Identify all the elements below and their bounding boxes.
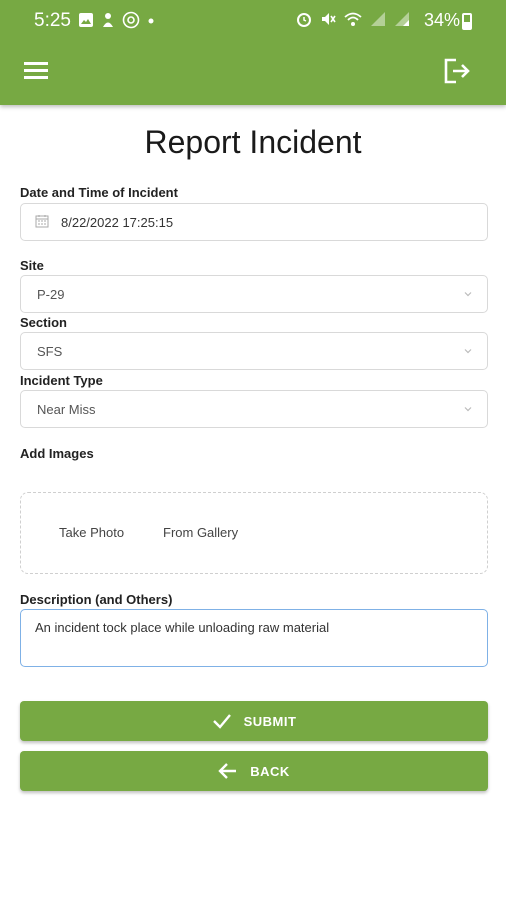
datetime-label: Date and Time of Incident: [20, 185, 178, 200]
arrow-left-icon: [218, 763, 237, 779]
check-icon: [212, 714, 231, 729]
description-label: Description (and Others): [20, 592, 173, 607]
back-button[interactable]: BACK: [20, 751, 488, 791]
page-title: Report Incident: [144, 124, 362, 160]
chevron-down-icon: [464, 407, 472, 412]
notification-icon: [103, 13, 113, 27]
wifi-icon: [344, 12, 362, 26]
site-value: P-29: [37, 287, 65, 302]
incident-type-select[interactable]: Near Miss: [20, 390, 488, 428]
alarm-icon: [297, 13, 311, 27]
status-time: 5:25: [34, 10, 71, 31]
battery-icon: [462, 13, 472, 30]
incident-type-value: Near Miss: [37, 402, 96, 417]
site-select[interactable]: P-29: [20, 275, 488, 313]
mute-icon: [322, 13, 336, 25]
datetime-value: 8/22/2022 17:25:15: [61, 215, 174, 230]
description-textarea[interactable]: An incident tock place while unloading r…: [20, 609, 488, 667]
gallery-icon: [79, 13, 93, 27]
section-label: Section: [20, 315, 67, 330]
section-select[interactable]: SFS: [20, 332, 488, 370]
submit-label: SUBMIT: [243, 713, 297, 729]
battery-percent: 34%: [423, 10, 460, 30]
from-gallery-button[interactable]: From Gallery: [163, 525, 238, 540]
submit-button[interactable]: SUBMIT: [20, 701, 488, 741]
site-label: Site: [20, 258, 44, 273]
status-bar: 5:25 34%: [0, 0, 506, 42]
incident-type-label: Incident Type: [20, 373, 103, 388]
status-icons-right: [296, 11, 410, 27]
signal-icon: [371, 12, 385, 26]
back-label: BACK: [250, 763, 290, 779]
datetime-field[interactable]: 8/22/2022 17:25:15: [20, 203, 488, 241]
calendar-icon: [35, 215, 49, 228]
add-images-label: Add Images: [20, 446, 94, 461]
take-photo-button[interactable]: Take Photo: [59, 525, 124, 540]
logout-icon[interactable]: [442, 56, 472, 86]
menu-icon[interactable]: [22, 56, 52, 86]
chevron-down-icon: [464, 349, 472, 354]
app-bar: 5:25 34%: [0, 0, 506, 105]
image-upload-area: Take Photo From Gallery: [20, 492, 488, 574]
status-icons-left: [78, 11, 156, 29]
section-value: SFS: [37, 344, 63, 359]
dot-icon: [148, 18, 154, 24]
at-icon: [122, 11, 140, 29]
signal-icon: [395, 12, 409, 26]
chevron-down-icon: [464, 292, 472, 297]
